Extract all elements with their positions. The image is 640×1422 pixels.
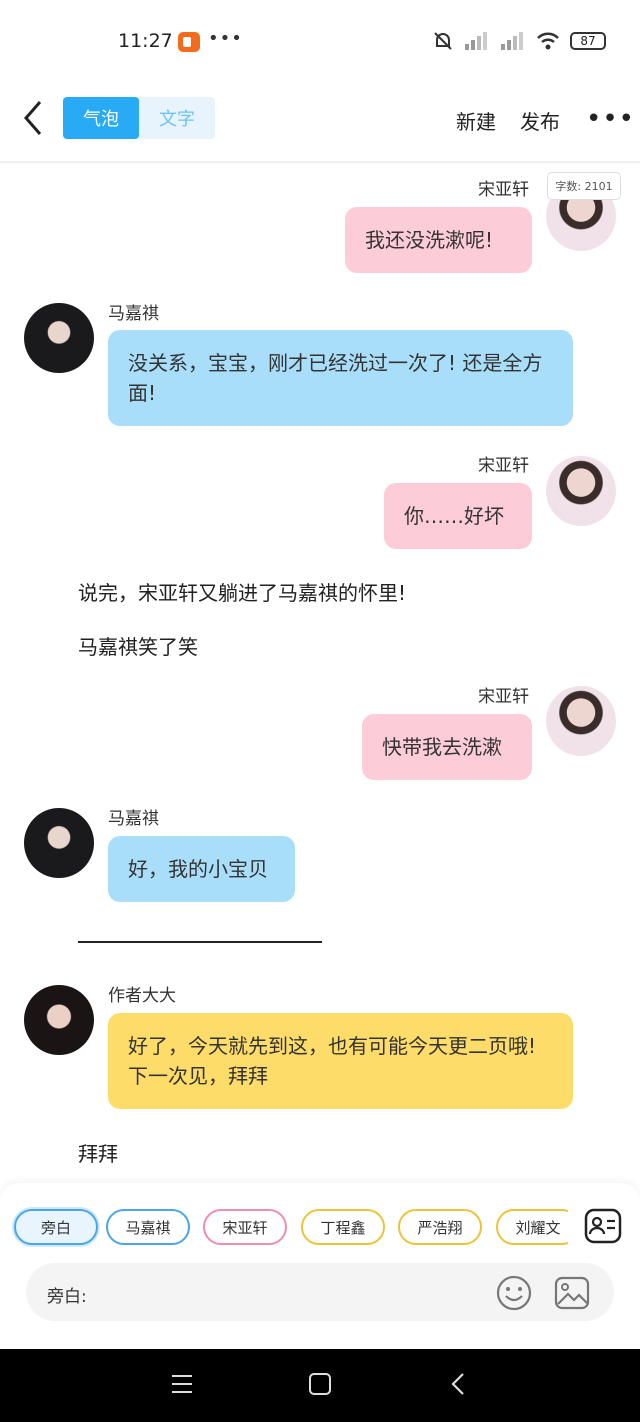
- mute-bell-icon: [434, 32, 452, 50]
- role-chip-narration[interactable]: 旁白: [14, 1209, 98, 1245]
- role-chip-ding[interactable]: 丁程鑫: [301, 1209, 385, 1245]
- character-list-icon[interactable]: [584, 1207, 622, 1245]
- narration-text[interactable]: 马嘉祺笑了笑: [78, 631, 198, 660]
- status-time: 11:27: [118, 30, 173, 52]
- role-chip-strip[interactable]: 旁白 马嘉祺 宋亚轩 丁程鑫 严浩翔 刘耀文: [0, 1200, 568, 1256]
- message-bubble[interactable]: 快带我去洗漱: [362, 714, 532, 780]
- avatar-song[interactable]: [546, 456, 616, 526]
- message-sender: 马嘉祺: [108, 809, 159, 829]
- avatar-author[interactable]: [24, 985, 94, 1055]
- signal-icon: [465, 32, 487, 50]
- narration-text[interactable]: 拜拜: [78, 1138, 118, 1167]
- back-arrow-icon[interactable]: [18, 98, 48, 138]
- tab-text[interactable]: 文字: [139, 97, 215, 139]
- message-bubble[interactable]: 你……好坏: [384, 483, 532, 549]
- header-divider: [0, 161, 640, 163]
- publish-button[interactable]: 发布: [520, 106, 560, 135]
- wifi-icon: [537, 32, 559, 50]
- nav-back-icon[interactable]: [448, 1371, 468, 1397]
- home-icon[interactable]: [308, 1371, 332, 1397]
- status-icons: 87: [432, 30, 606, 52]
- avatar-ma[interactable]: [24, 303, 94, 373]
- menu-icon[interactable]: [170, 1372, 194, 1396]
- role-chip-ma[interactable]: 马嘉祺: [106, 1209, 190, 1245]
- tab-bubble[interactable]: 气泡: [63, 97, 139, 139]
- message-sender: 宋亚轩: [478, 456, 529, 476]
- message-bubble[interactable]: 好了，今天就先到这，也有可能今天更二页哦! 下一次见，拜拜: [108, 1013, 573, 1109]
- message-bubble[interactable]: 好，我的小宝贝: [108, 836, 295, 902]
- role-chip-liu[interactable]: 刘耀文: [496, 1209, 568, 1245]
- message-bubble[interactable]: 没关系，宝宝，刚才已经洗过一次了! 还是全方面!: [108, 330, 573, 426]
- image-icon[interactable]: [553, 1274, 591, 1312]
- avatar-song[interactable]: [546, 686, 616, 756]
- screen-record-icon: [178, 32, 200, 52]
- message-sender: 宋亚轩: [478, 687, 529, 707]
- narration-text[interactable]: 说完，宋亚轩又躺进了马嘉祺的怀里!: [78, 577, 406, 606]
- message-sender: 宋亚轩: [478, 180, 529, 200]
- input-role-label: 旁白:: [47, 1287, 87, 1307]
- role-chip-song[interactable]: 宋亚轩: [203, 1209, 287, 1245]
- message-sender: 马嘉祺: [108, 304, 159, 324]
- more-menu-icon[interactable]: •••: [586, 104, 635, 134]
- word-count-badge: 字数: 2101: [547, 172, 621, 200]
- emoji-icon[interactable]: [495, 1274, 533, 1312]
- avatar-ma[interactable]: [24, 808, 94, 878]
- role-chip-yan[interactable]: 严浩翔: [398, 1209, 482, 1245]
- message-bubble[interactable]: 我还没洗漱呢!: [345, 207, 532, 273]
- battery-indicator: 87: [570, 32, 606, 50]
- new-button[interactable]: 新建: [456, 106, 496, 135]
- signal-icon-2: [501, 32, 523, 50]
- section-divider: [78, 941, 322, 943]
- message-sender: 作者大大: [108, 986, 176, 1006]
- more-notifications-icon: •••: [208, 28, 243, 49]
